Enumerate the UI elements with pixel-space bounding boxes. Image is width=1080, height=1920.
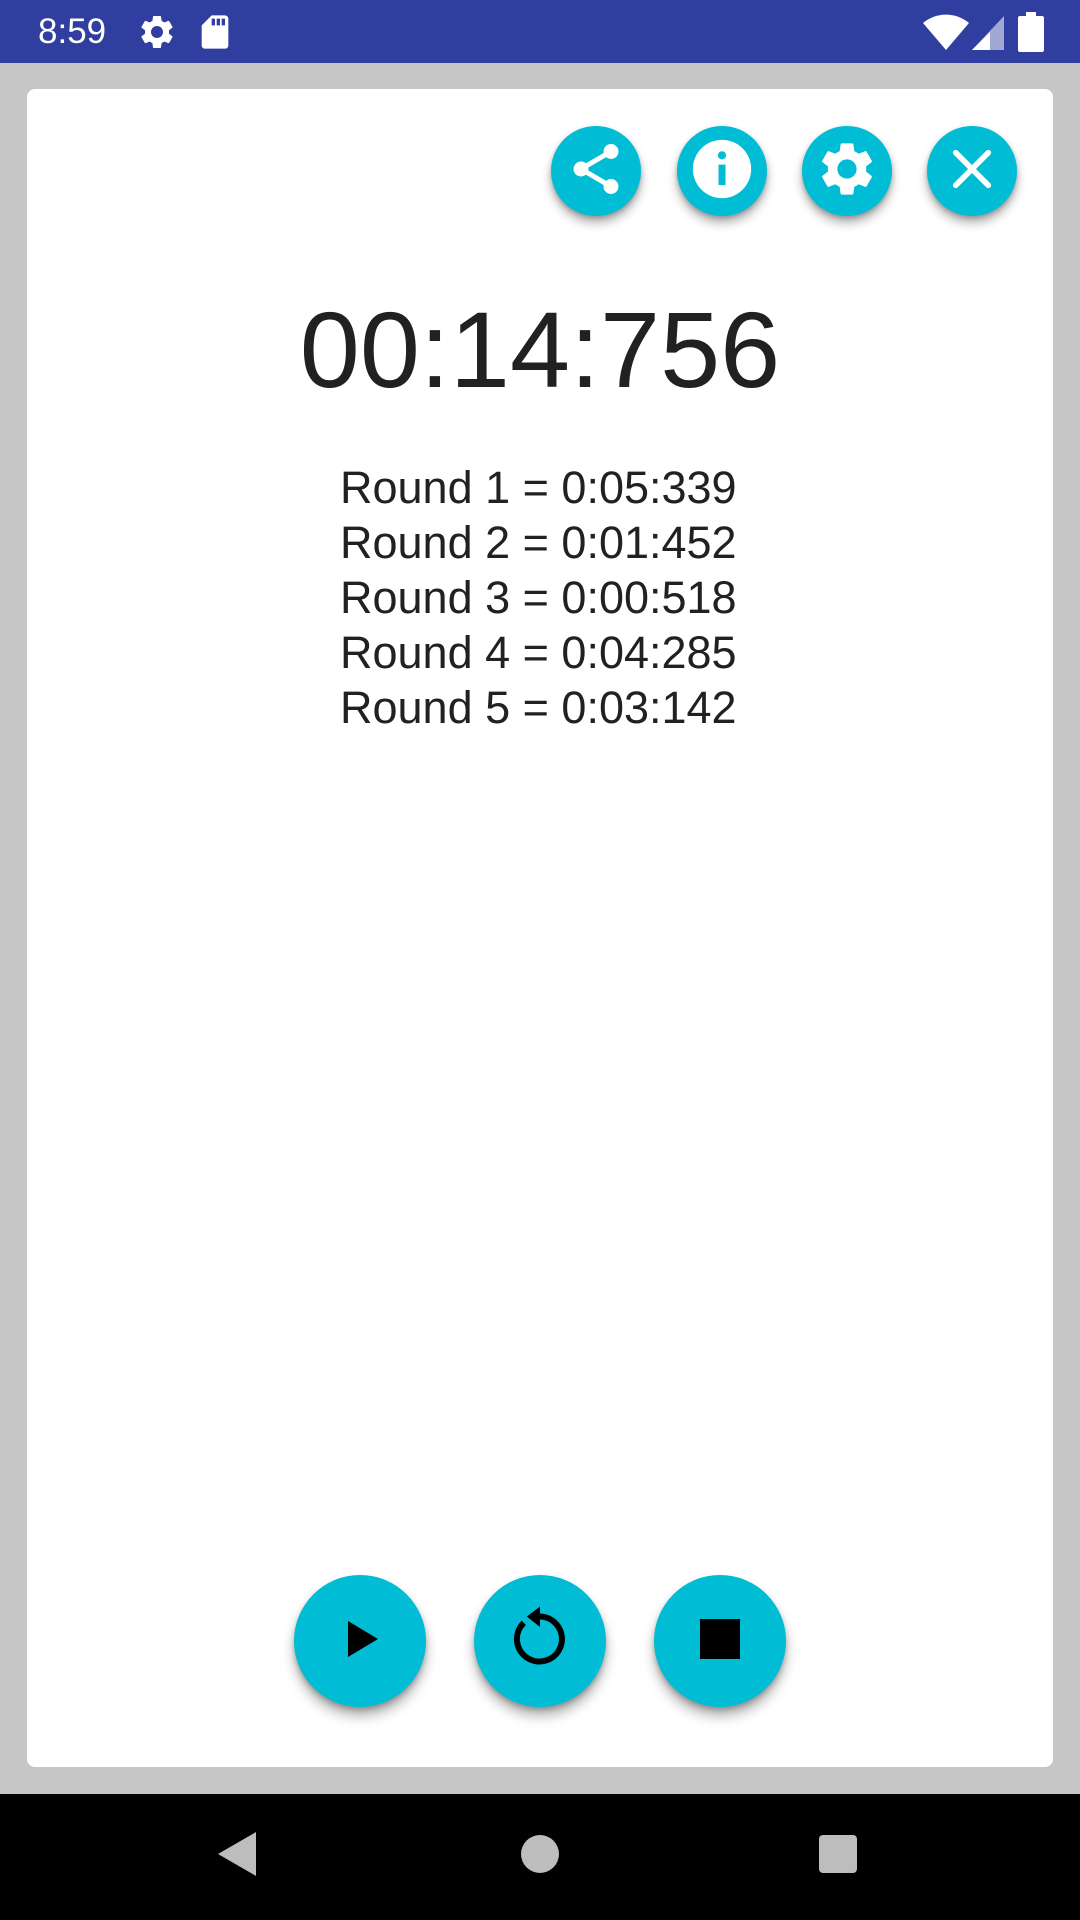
play-button[interactable]: [294, 1575, 426, 1707]
round-item: Round 5 = 0:03:142: [340, 682, 737, 733]
close-icon: [944, 141, 1000, 202]
recents-icon: [818, 1834, 858, 1879]
share-icon: [566, 139, 626, 204]
reset-button[interactable]: [474, 1575, 606, 1707]
back-button[interactable]: [208, 1826, 268, 1886]
home-icon: [520, 1834, 560, 1879]
recents-button[interactable]: [808, 1826, 868, 1886]
share-button[interactable]: [551, 126, 641, 216]
round-item: Round 4 = 0:04:285: [340, 627, 737, 678]
info-button[interactable]: [677, 126, 767, 216]
round-item: Round 2 = 0:01:452: [340, 517, 737, 568]
round-item: Round 3 = 0:00:518: [340, 572, 737, 623]
stopwatch-time: 00:14:756: [299, 289, 781, 410]
info-icon: [687, 134, 757, 209]
close-button[interactable]: [927, 126, 1017, 216]
settings-icon: [137, 12, 177, 52]
battery-icon: [1018, 12, 1044, 52]
status-bar: 8:59: [0, 0, 1080, 63]
round-item: Round 1 = 0:05:339: [340, 462, 737, 513]
status-time: 8:59: [38, 12, 107, 51]
stop-icon: [696, 1615, 744, 1668]
home-button[interactable]: [510, 1826, 570, 1886]
wifi-icon: [922, 12, 970, 52]
settings-icon: [815, 137, 879, 206]
back-icon: [216, 1830, 260, 1883]
play-icon: [336, 1615, 384, 1668]
sd-card-icon: [195, 12, 235, 52]
settings-button[interactable]: [802, 126, 892, 216]
signal-icon: [968, 12, 1008, 52]
reset-icon: [504, 1603, 576, 1680]
stop-button[interactable]: [654, 1575, 786, 1707]
rounds-list: Round 1 = 0:05:339 Round 2 = 0:01:452 Ro…: [340, 460, 737, 735]
